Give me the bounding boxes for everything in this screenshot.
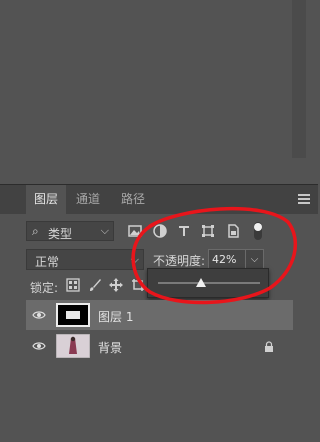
lock-icon — [265, 341, 273, 352]
image-filter-icon[interactable] — [127, 223, 143, 239]
opacity-slider-thumb[interactable] — [195, 278, 206, 287]
adjustment-filter-icon[interactable] — [152, 223, 168, 239]
chevron-down-icon: ⌵ — [100, 224, 109, 237]
blend-mode-value: 正常 — [35, 255, 60, 269]
tab-channels[interactable]: 通道 — [66, 185, 110, 214]
layer-name: 图层 1 — [98, 310, 134, 324]
lock-paint-icon[interactable] — [88, 278, 102, 292]
opacity-slider-popup — [147, 268, 269, 298]
type-filter-icon[interactable] — [176, 223, 192, 239]
eye-icon[interactable] — [32, 341, 46, 351]
opacity-input[interactable]: 42% — [208, 249, 246, 270]
lock-position-icon[interactable] — [109, 278, 123, 292]
scrollbar-track[interactable] — [292, 0, 306, 158]
search-icon: ⌕ — [32, 224, 39, 238]
opacity-slider-track[interactable] — [158, 282, 260, 284]
lock-transparent-icon[interactable] — [66, 278, 80, 292]
panel-menu-icon[interactable] — [298, 194, 310, 204]
lock-artboard-icon[interactable] — [131, 278, 145, 292]
opacity-dropdown-button[interactable]: ⌵ — [246, 249, 264, 270]
background-thumbnail — [56, 334, 90, 358]
layers-panel-tabbar: 图层 通道 路径 — [0, 185, 318, 214]
layer-filter-select[interactable]: ⌕ 类型 ⌵ — [26, 221, 114, 241]
shape-filter-icon[interactable] — [200, 223, 216, 239]
blend-mode-select[interactable]: 正常 ⌵ — [26, 249, 144, 270]
layer-thumbnail-mask — [66, 311, 80, 319]
filter-toggle-icon[interactable] — [251, 220, 265, 242]
tab-paths[interactable]: 路径 — [110, 185, 156, 214]
canvas-area — [0, 0, 318, 184]
layer-thumbnail — [56, 303, 90, 327]
filter-kind-label: 类型 — [48, 227, 73, 241]
tab-layers[interactable]: 图层 — [26, 185, 66, 214]
opacity-label: 不透明度: — [153, 254, 206, 268]
smart-object-filter-icon[interactable] — [225, 223, 241, 239]
layer-name: 背景 — [98, 341, 123, 355]
lock-label: 锁定: — [30, 281, 59, 295]
eye-icon[interactable] — [32, 310, 46, 320]
chevron-down-icon: ⌵ — [130, 253, 139, 266]
